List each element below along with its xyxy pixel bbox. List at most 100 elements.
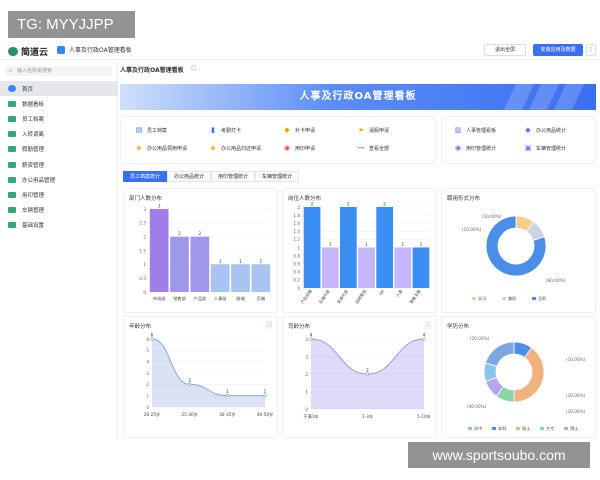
data-point[interactable] xyxy=(188,382,192,386)
slice-label: (20.00%) xyxy=(470,336,490,341)
chart-tab[interactable]: 办公用品统计 xyxy=(167,171,212,182)
app-tab-icon xyxy=(57,45,65,54)
sidebar-item[interactable]: 薪资管理 xyxy=(0,157,118,172)
quick-action[interactable]: ▣ 车辆管理统计 xyxy=(524,144,566,152)
bar[interactable] xyxy=(210,264,230,292)
y-tick-label: 1 xyxy=(143,262,146,267)
bar[interactable] xyxy=(231,264,250,292)
dept-bar-chart: 0 0.5 1 1.5 2 2.5 3 3 2 2 1 1 1 市场部 销售部 产品部 人事部 前端 后端 xyxy=(139,204,271,302)
y-tick-label: 1 xyxy=(146,393,149,398)
box-icon: ◈ xyxy=(136,144,142,152)
slice-label: (40.00%) xyxy=(467,404,487,409)
bar[interactable] xyxy=(358,247,375,289)
y-tick-label: 0.6 xyxy=(293,262,300,267)
quick-action[interactable]: ◈ 办公用品领用申请 xyxy=(135,144,187,152)
data-point[interactable] xyxy=(309,337,313,341)
quick-action[interactable]: ▤ 员工档案 xyxy=(135,126,167,134)
expand-icon[interactable]: ⛶ xyxy=(192,65,196,73)
data-label: 1 xyxy=(401,242,404,247)
quick-action[interactable]: ◉ 用印管理统计 xyxy=(454,144,496,152)
info-icon[interactable]: ⓘ xyxy=(266,321,272,330)
bar[interactable] xyxy=(394,247,412,289)
legend-swatch xyxy=(492,427,496,430)
legend-label: 实习 xyxy=(478,295,486,302)
data-label: 2 xyxy=(188,378,191,383)
bar[interactable] xyxy=(340,207,357,288)
y-tick-label: 2.5 xyxy=(139,221,146,226)
sidebar-search-input[interactable]: ⌕ 输入名称来搜索 xyxy=(5,66,112,76)
app-tab[interactable]: 人事及行政OA管理看板 xyxy=(57,45,132,54)
bar[interactable] xyxy=(251,264,271,292)
stamp-icon: ◉ xyxy=(283,144,291,152)
chart-tab[interactable]: 车辆管理统计 xyxy=(255,171,300,182)
bar[interactable] xyxy=(149,209,169,292)
app-logo[interactable]: 简道云 xyxy=(8,45,48,58)
bar[interactable] xyxy=(376,207,393,288)
dashboard-banner: 人事及行政OA管理看板 xyxy=(120,84,596,110)
sidebar-item[interactable]: 基础设置 xyxy=(0,218,118,233)
bar[interactable] xyxy=(303,207,321,288)
search-icon: ⌕ xyxy=(9,67,13,74)
sidebar-item[interactable]: 数据看板 xyxy=(0,96,118,111)
watermark-bottom: www.sportsoubo.com xyxy=(408,442,590,468)
sidebar-item[interactable]: 用印管理 xyxy=(0,187,118,202)
bar[interactable] xyxy=(412,247,430,289)
data-label: 2 xyxy=(311,202,314,207)
data-point[interactable] xyxy=(422,337,426,341)
x-tick-label: 前端 xyxy=(236,295,244,302)
more-menu-button[interactable]: ⋮ xyxy=(586,44,596,56)
data-point[interactable] xyxy=(150,337,154,341)
quick-action[interactable]: ▮ 考勤打卡 xyxy=(209,126,241,134)
folder-icon xyxy=(8,100,16,107)
chart-tab[interactable]: 员工档案统计 xyxy=(123,171,168,182)
info-icon[interactable]: ⓘ xyxy=(425,321,431,330)
edu-chart-title: 学历分布 xyxy=(447,324,470,330)
data-label: 2 xyxy=(347,202,350,207)
quick-action-label: 车辆管理统计 xyxy=(536,145,567,152)
data-point[interactable] xyxy=(365,372,370,376)
data-label: 4 xyxy=(310,333,313,338)
sidebar-item-label: 入转调离 xyxy=(22,132,45,139)
age-chart-card: 年龄分布 ⓘ 0 1 2 3 4 5 6 6 26-25岁 2 25-30岁 1 30-35岁 1 40-50岁 xyxy=(123,316,278,438)
quick-action[interactable]: ◈ 办公用品归还申请 xyxy=(209,144,261,152)
sidebar-item[interactable]: 员工档案 xyxy=(0,111,118,126)
pie-slice[interactable] xyxy=(484,341,515,367)
sidebar-item[interactable]: 首页 xyxy=(0,81,118,97)
quick-action[interactable]: ➤ 请假申请 xyxy=(357,126,389,134)
sidebar-item[interactable]: 假勤管理 xyxy=(0,142,118,157)
bar[interactable] xyxy=(321,247,339,289)
install-app-button[interactable]: 安装应用及数据 xyxy=(533,44,583,56)
legend-swatch xyxy=(468,427,472,430)
sidebar-item-label: 数据看板 xyxy=(22,101,45,108)
x-tick-label: 产品部 xyxy=(194,295,207,302)
quick-action[interactable]: ◉ 用印申请 xyxy=(283,144,315,152)
y-tick-label: 3 xyxy=(143,207,146,212)
send-icon: ➤ xyxy=(358,126,364,134)
bar[interactable] xyxy=(170,236,189,292)
quick-action-label: 办公用品统计 xyxy=(536,127,567,134)
exit-fullscreen-button[interactable]: 退出全屏 xyxy=(484,44,526,56)
y-tick-label: 5 xyxy=(146,348,149,353)
folder-icon xyxy=(8,176,16,183)
quick-action[interactable]: ⋯ 查看全部 xyxy=(357,144,390,152)
x-tick-label: 销售主管 xyxy=(408,288,422,305)
sidebar-item[interactable]: 车辆管理 xyxy=(0,203,118,218)
sidebar-item[interactable]: 办公用品管理 xyxy=(0,172,118,187)
quick-action[interactable]: ◆ 办公用品统计 xyxy=(524,126,566,134)
x-tick-label: 5-10年 xyxy=(417,413,431,420)
quick-action-label: 人事管理看板 xyxy=(466,127,497,134)
quick-action[interactable]: ◆ 补卡申请 xyxy=(283,126,315,134)
data-label: 1 xyxy=(365,242,368,247)
data-point[interactable] xyxy=(263,394,267,398)
data-point[interactable] xyxy=(225,394,229,398)
chart-tab[interactable]: 用印管理统计 xyxy=(211,171,256,182)
x-tick-label: 人事部 xyxy=(214,295,227,302)
sidebar-item[interactable]: 入转调离 xyxy=(0,127,118,142)
y-tick-label: 3 xyxy=(146,371,149,376)
data-label: 1 xyxy=(420,242,423,247)
bar[interactable] xyxy=(190,236,210,292)
page-tab[interactable]: 人事及行政OA管理看板 ⛶ xyxy=(120,62,196,76)
quick-action[interactable]: ▥ 人事管理看板 xyxy=(454,126,496,134)
pie-slice[interactable] xyxy=(513,347,545,403)
data-label: 1 xyxy=(239,259,242,264)
